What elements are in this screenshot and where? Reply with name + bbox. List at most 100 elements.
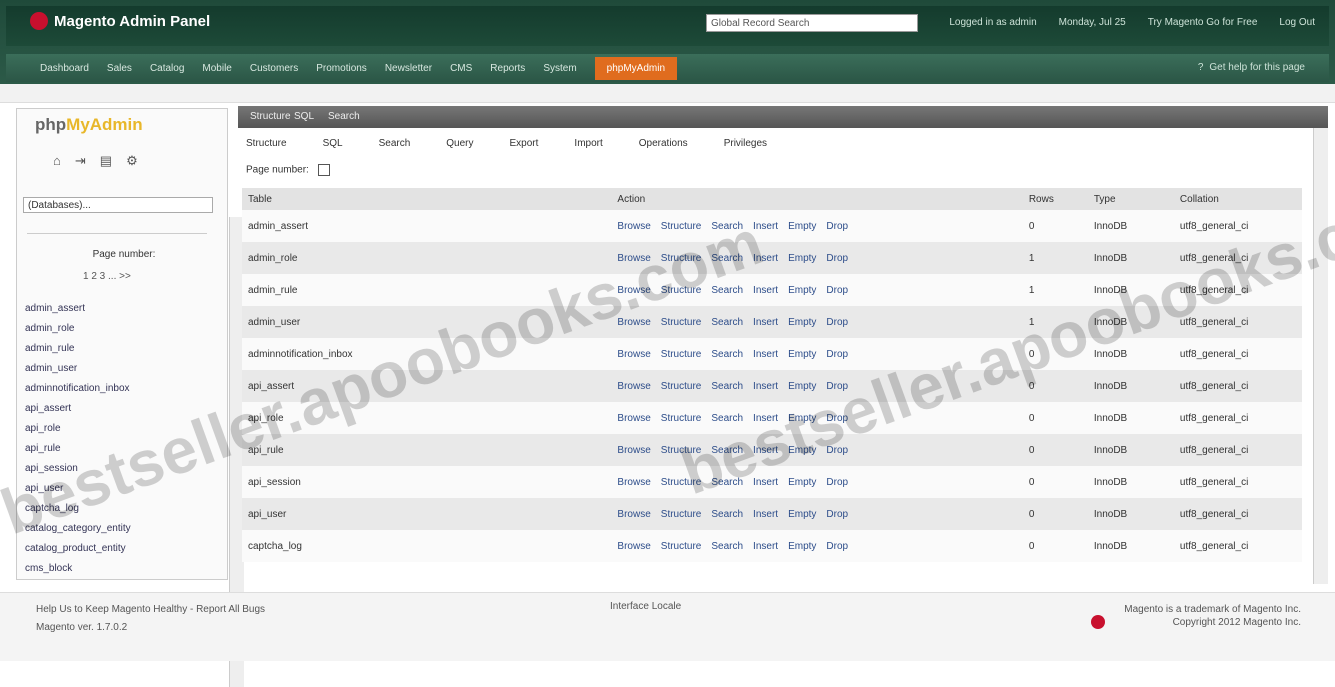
table-row[interactable]: api_session Browse Structure Search Insert Em… [242, 466, 1302, 498]
page-number-links[interactable]: 1 2 3 ... >> [83, 271, 131, 282]
toolbar-search[interactable]: Search [379, 138, 411, 149]
row-action-link[interactable]: Drop [826, 317, 848, 328]
toolbar-structure[interactable]: Structure [246, 138, 287, 149]
row-action-link[interactable]: Structure [661, 541, 702, 552]
row-action-link[interactable]: Empty [788, 541, 816, 552]
row-action-link[interactable]: Structure [661, 221, 702, 232]
row-action-link[interactable]: Structure [661, 317, 702, 328]
row-action-link[interactable]: Insert [753, 253, 778, 264]
row-action-link[interactable]: Empty [788, 221, 816, 232]
toolbar-privileges[interactable]: Privileges [724, 138, 767, 149]
tab-structure[interactable]: Structure [250, 111, 291, 122]
row-action-link[interactable]: Browse [617, 477, 650, 488]
sidebar-table-link[interactable]: adminnotification_inbox [25, 379, 215, 399]
row-action-link[interactable]: Insert [753, 285, 778, 296]
row-action-link[interactable]: Structure [661, 413, 702, 424]
table-name-cell[interactable]: admin_user [242, 306, 612, 338]
table-name-cell[interactable]: admin_assert [242, 210, 612, 242]
row-action-link[interactable]: Drop [826, 381, 848, 392]
table-row[interactable]: api_role Browse Structure Search Insert Empty… [242, 402, 1302, 434]
row-action-link[interactable]: Search [711, 381, 743, 392]
table-row[interactable]: captcha_log Browse Structure Search Insert Em… [242, 530, 1302, 562]
nav-newsletter[interactable]: Newsletter [385, 63, 432, 74]
row-action-link[interactable]: Browse [617, 253, 650, 264]
sidebar-table-link[interactable]: admin_role [25, 319, 215, 339]
row-action-link[interactable]: Insert [753, 541, 778, 552]
nav-mobile[interactable]: Mobile [202, 63, 231, 74]
table-row[interactable]: adminnotification_inbox Browse Structure Se… [242, 338, 1302, 370]
sidebar-table-link[interactable]: cms_block [25, 559, 215, 579]
col-table[interactable]: Table [242, 188, 612, 210]
table-row[interactable]: api_user Browse Structure Search Insert Empty… [242, 498, 1302, 530]
toolbar-export[interactable]: Export [510, 138, 539, 149]
nav-promotions[interactable]: Promotions [316, 63, 367, 74]
row-action-link[interactable]: Drop [826, 253, 848, 264]
row-action-link[interactable]: Empty [788, 477, 816, 488]
nav-reports[interactable]: Reports [490, 63, 525, 74]
table-row[interactable]: api_rule Browse Structure Search Insert Empty… [242, 434, 1302, 466]
footer-locale[interactable]: Interface Locale [610, 601, 681, 612]
sidebar-table-link[interactable]: api_role [25, 419, 215, 439]
row-action-link[interactable]: Insert [753, 445, 778, 456]
database-select[interactable]: (Databases)... [23, 197, 213, 213]
nav-customers[interactable]: Customers [250, 63, 298, 74]
row-action-link[interactable]: Browse [617, 509, 650, 520]
col-collation[interactable]: Collation [1173, 188, 1302, 210]
sidebar-table-link[interactable]: admin_rule [25, 339, 215, 359]
page-number-checkbox[interactable] [317, 164, 330, 176]
row-action-link[interactable]: Browse [617, 317, 650, 328]
row-action-link[interactable]: Drop [826, 349, 848, 360]
table-name-cell[interactable]: admin_role [242, 242, 612, 274]
sidebar-table-link[interactable]: admin_user [25, 359, 215, 379]
tab-search[interactable]: Search [328, 111, 360, 122]
row-action-link[interactable]: Drop [826, 413, 848, 424]
col-rows[interactable]: Rows [1022, 188, 1088, 210]
main-scrollbar[interactable] [1313, 128, 1328, 584]
row-action-link[interactable]: Drop [826, 221, 848, 232]
row-action-link[interactable]: Structure [661, 285, 702, 296]
sidebar-table-link[interactable]: captcha_log [25, 499, 215, 519]
row-action-link[interactable]: Browse [617, 413, 650, 424]
nav-sales[interactable]: Sales [107, 63, 132, 74]
header-link-logout[interactable]: Log Out [1279, 17, 1315, 28]
nav-system[interactable]: System [543, 63, 576, 74]
row-action-link[interactable]: Browse [617, 381, 650, 392]
header-link-promo[interactable]: Try Magento Go for Free [1148, 17, 1258, 28]
toolbar-sql[interactable]: SQL [323, 138, 343, 149]
row-action-link[interactable]: Search [711, 509, 743, 520]
row-action-link[interactable]: Search [711, 349, 743, 360]
sidebar-table-link[interactable]: api_rule [25, 439, 215, 459]
row-action-link[interactable]: Structure [661, 509, 702, 520]
nav-catalog[interactable]: Catalog [150, 63, 184, 74]
row-action-link[interactable]: Drop [826, 445, 848, 456]
toolbar-operations[interactable]: Operations [639, 138, 688, 149]
row-action-link[interactable]: Insert [753, 349, 778, 360]
table-row[interactable]: admin_assert Browse Structure Search Insert E… [242, 210, 1302, 242]
global-search-input[interactable]: Global Record Search [706, 14, 918, 32]
sidebar-table-link[interactable]: catalog_category_entity [25, 519, 215, 539]
row-action-link[interactable]: Empty [788, 413, 816, 424]
row-action-link[interactable]: Search [711, 317, 743, 328]
nav-dashboard[interactable]: Dashboard [40, 63, 89, 74]
footer-bug-link[interactable]: Help Us to Keep Magento Healthy - Report… [36, 601, 265, 619]
sidebar-table-link[interactable]: admin_assert [25, 299, 215, 319]
sidebar-table-link[interactable]: api_session [25, 459, 215, 479]
row-action-link[interactable]: Search [711, 413, 743, 424]
logout-icon[interactable]: ⇥ [75, 153, 86, 169]
row-action-link[interactable]: Search [711, 285, 743, 296]
table-row[interactable]: api_assert Browse Structure Search Insert Emp… [242, 370, 1302, 402]
row-action-link[interactable]: Search [711, 541, 743, 552]
row-action-link[interactable]: Structure [661, 253, 702, 264]
row-action-link[interactable]: Drop [826, 541, 848, 552]
row-action-link[interactable]: Drop [826, 509, 848, 520]
nav-cms[interactable]: CMS [450, 63, 472, 74]
table-name-cell[interactable]: api_assert [242, 370, 612, 402]
row-action-link[interactable]: Search [711, 477, 743, 488]
help-link[interactable]: ? Get help for this page [1198, 62, 1305, 73]
row-action-link[interactable]: Structure [661, 349, 702, 360]
table-row[interactable]: admin_role Browse Structure Search Insert Emp… [242, 242, 1302, 274]
toolbar-import[interactable]: Import [574, 138, 602, 149]
row-action-link[interactable]: Search [711, 253, 743, 264]
toolbar-query[interactable]: Query [446, 138, 473, 149]
row-action-link[interactable]: Empty [788, 253, 816, 264]
